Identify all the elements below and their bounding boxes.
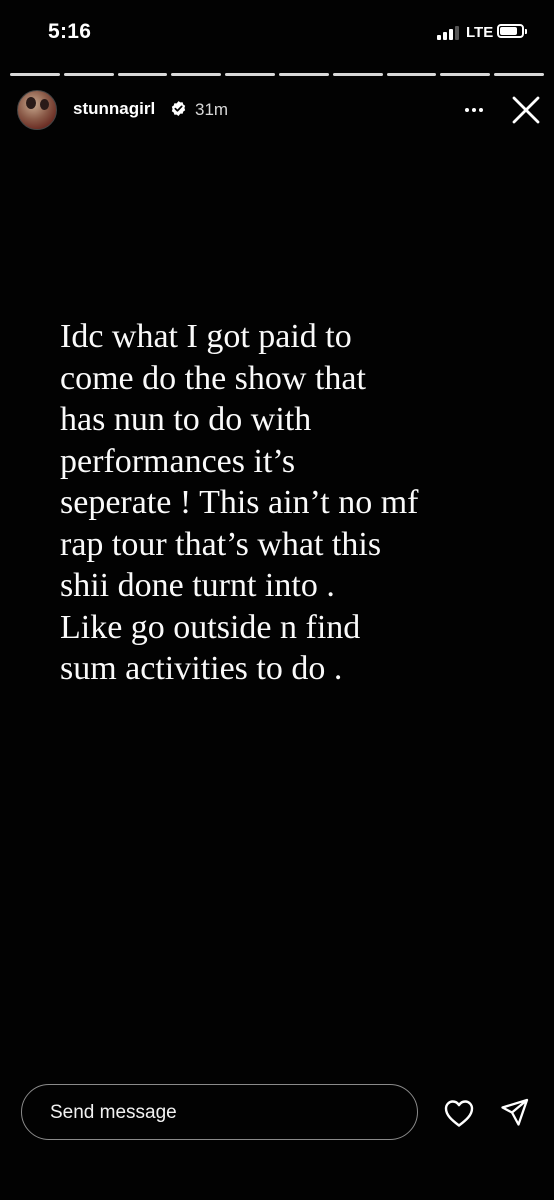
story-progress-segment: [332, 73, 383, 76]
avatar[interactable]: [17, 90, 57, 130]
story-text-line: come do the show that: [60, 359, 366, 397]
status-time: 5:16: [48, 20, 92, 43]
send-message-input[interactable]: Send message: [21, 1084, 418, 1140]
network-type: LTE: [466, 24, 494, 41]
verified-badge-icon: [171, 101, 186, 116]
story-text-line: seperate ! This ain’t no mf: [60, 484, 419, 521]
story-screen: 5:16 LTE stunnagirl 31m Idc what I got p…: [0, 0, 554, 1200]
story-progress-segment: [278, 73, 329, 76]
story-text-line: Idc what I got paid to: [60, 318, 352, 355]
story-text-line: Like go outside n find: [60, 608, 361, 646]
story-progress-segment: [225, 73, 275, 76]
story-progress-segment: [10, 73, 60, 76]
story-progress-segment: [386, 73, 437, 76]
status-bar: 5:16 LTE: [0, 0, 554, 66]
close-icon[interactable]: [510, 94, 542, 126]
story-text-line: shii done turnt into .: [60, 567, 335, 604]
heart-icon[interactable]: [443, 1098, 475, 1128]
cellular-signal-icon: [437, 26, 463, 40]
story-progress-segment: [171, 73, 222, 76]
post-time: 31m: [195, 100, 229, 119]
send-message-placeholder: Send message: [50, 1102, 177, 1123]
story-text-line: sum activities to do .: [60, 650, 343, 687]
more-options-icon[interactable]: [463, 100, 485, 120]
battery-level: [500, 27, 517, 35]
username[interactable]: stunnagirl: [73, 99, 155, 119]
story-text: Idc what I got paid to come do the show t…: [60, 316, 530, 690]
story-header: stunnagirl 31m: [0, 88, 554, 132]
story-progress-bar: [10, 73, 544, 76]
story-text-line: performances it’s: [60, 442, 296, 480]
story-text-line: has nun to do with: [60, 401, 312, 438]
story-progress-segment: [63, 73, 114, 76]
story-progress-segment: [117, 73, 168, 76]
send-icon[interactable]: [500, 1097, 530, 1127]
story-text-line: rap tour that’s what this: [60, 525, 382, 563]
story-progress-segment: [440, 73, 491, 76]
battery-icon: [497, 24, 527, 38]
story-progress-segment: [494, 73, 544, 76]
